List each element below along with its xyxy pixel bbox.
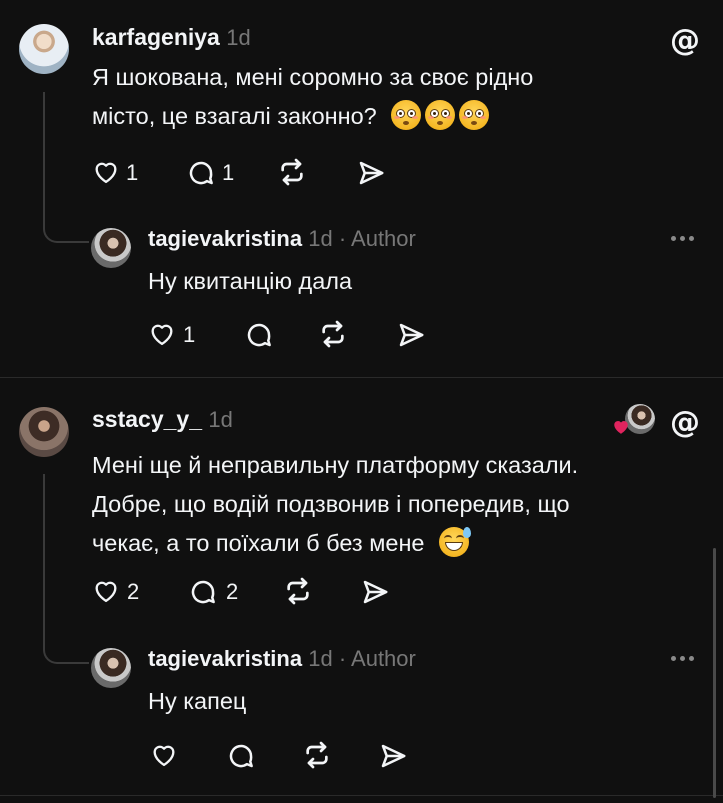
flushed-face-emoji <box>425 100 456 130</box>
svg-text:@: @ <box>670 405 700 438</box>
reply-text: Ну капец <box>148 688 247 714</box>
comment-text: Мені ще й неправильну платформу сказали.… <box>92 452 579 557</box>
heart-icon[interactable] <box>92 158 120 186</box>
thread-connector-line <box>43 92 89 243</box>
avatar[interactable] <box>91 228 131 268</box>
author-badge: · Author <box>338 646 416 671</box>
share-icon[interactable] <box>378 741 408 771</box>
heart-filled-icon <box>612 418 630 436</box>
comment-icon[interactable] <box>244 320 274 350</box>
reply-text: Ну квитанцію дала <box>148 268 353 294</box>
repost-icon[interactable] <box>282 575 314 607</box>
flushed-face-emoji <box>391 100 422 130</box>
comment-icon[interactable] <box>186 158 216 188</box>
divider <box>0 795 723 796</box>
share-icon[interactable] <box>360 577 390 607</box>
scrollbar[interactable] <box>713 548 716 798</box>
more-options-icon[interactable] <box>671 656 694 661</box>
timestamp: 1d <box>308 226 333 251</box>
heart-icon[interactable] <box>92 577 120 605</box>
comment-text: Я шокована, мені соромно за своє рідно м… <box>92 64 534 130</box>
repost-icon[interactable] <box>301 739 333 771</box>
threads-logo-icon[interactable]: @ <box>668 22 702 56</box>
flushed-face-emoji <box>459 100 490 130</box>
threads-logo-icon[interactable]: @ <box>668 404 702 438</box>
svg-text:@: @ <box>670 23 700 56</box>
timestamp: 1d <box>208 407 233 432</box>
reply-count: 2 <box>226 579 239 604</box>
like-count: 2 <box>127 579 140 604</box>
author-badge: · Author <box>338 226 416 251</box>
comment-icon[interactable] <box>188 577 218 607</box>
username[interactable]: karfageniya <box>92 24 220 50</box>
username[interactable]: tagievakristina <box>148 226 302 251</box>
timestamp: 1d <box>308 646 333 671</box>
timestamp: 1d <box>226 25 251 50</box>
comment-icon[interactable] <box>226 741 256 771</box>
like-count: 1 <box>126 160 139 185</box>
reply-count: 1 <box>222 160 235 185</box>
avatar[interactable] <box>19 407 69 457</box>
repost-icon[interactable] <box>317 318 349 350</box>
repost-icon[interactable] <box>276 156 308 188</box>
heart-icon[interactable] <box>150 741 178 769</box>
thread-connector-line <box>43 474 89 664</box>
share-icon[interactable] <box>356 158 386 188</box>
divider <box>0 377 723 378</box>
more-options-icon[interactable] <box>671 236 694 241</box>
grinning-face-with-sweat-emoji <box>439 527 472 557</box>
avatar[interactable] <box>91 648 131 688</box>
like-count: 1 <box>183 322 196 347</box>
username[interactable]: tagievakristina <box>148 646 302 671</box>
share-icon[interactable] <box>396 320 426 350</box>
avatar[interactable] <box>19 24 69 74</box>
username[interactable]: sstacy_y_ <box>92 406 202 432</box>
heart-icon[interactable] <box>148 320 176 348</box>
